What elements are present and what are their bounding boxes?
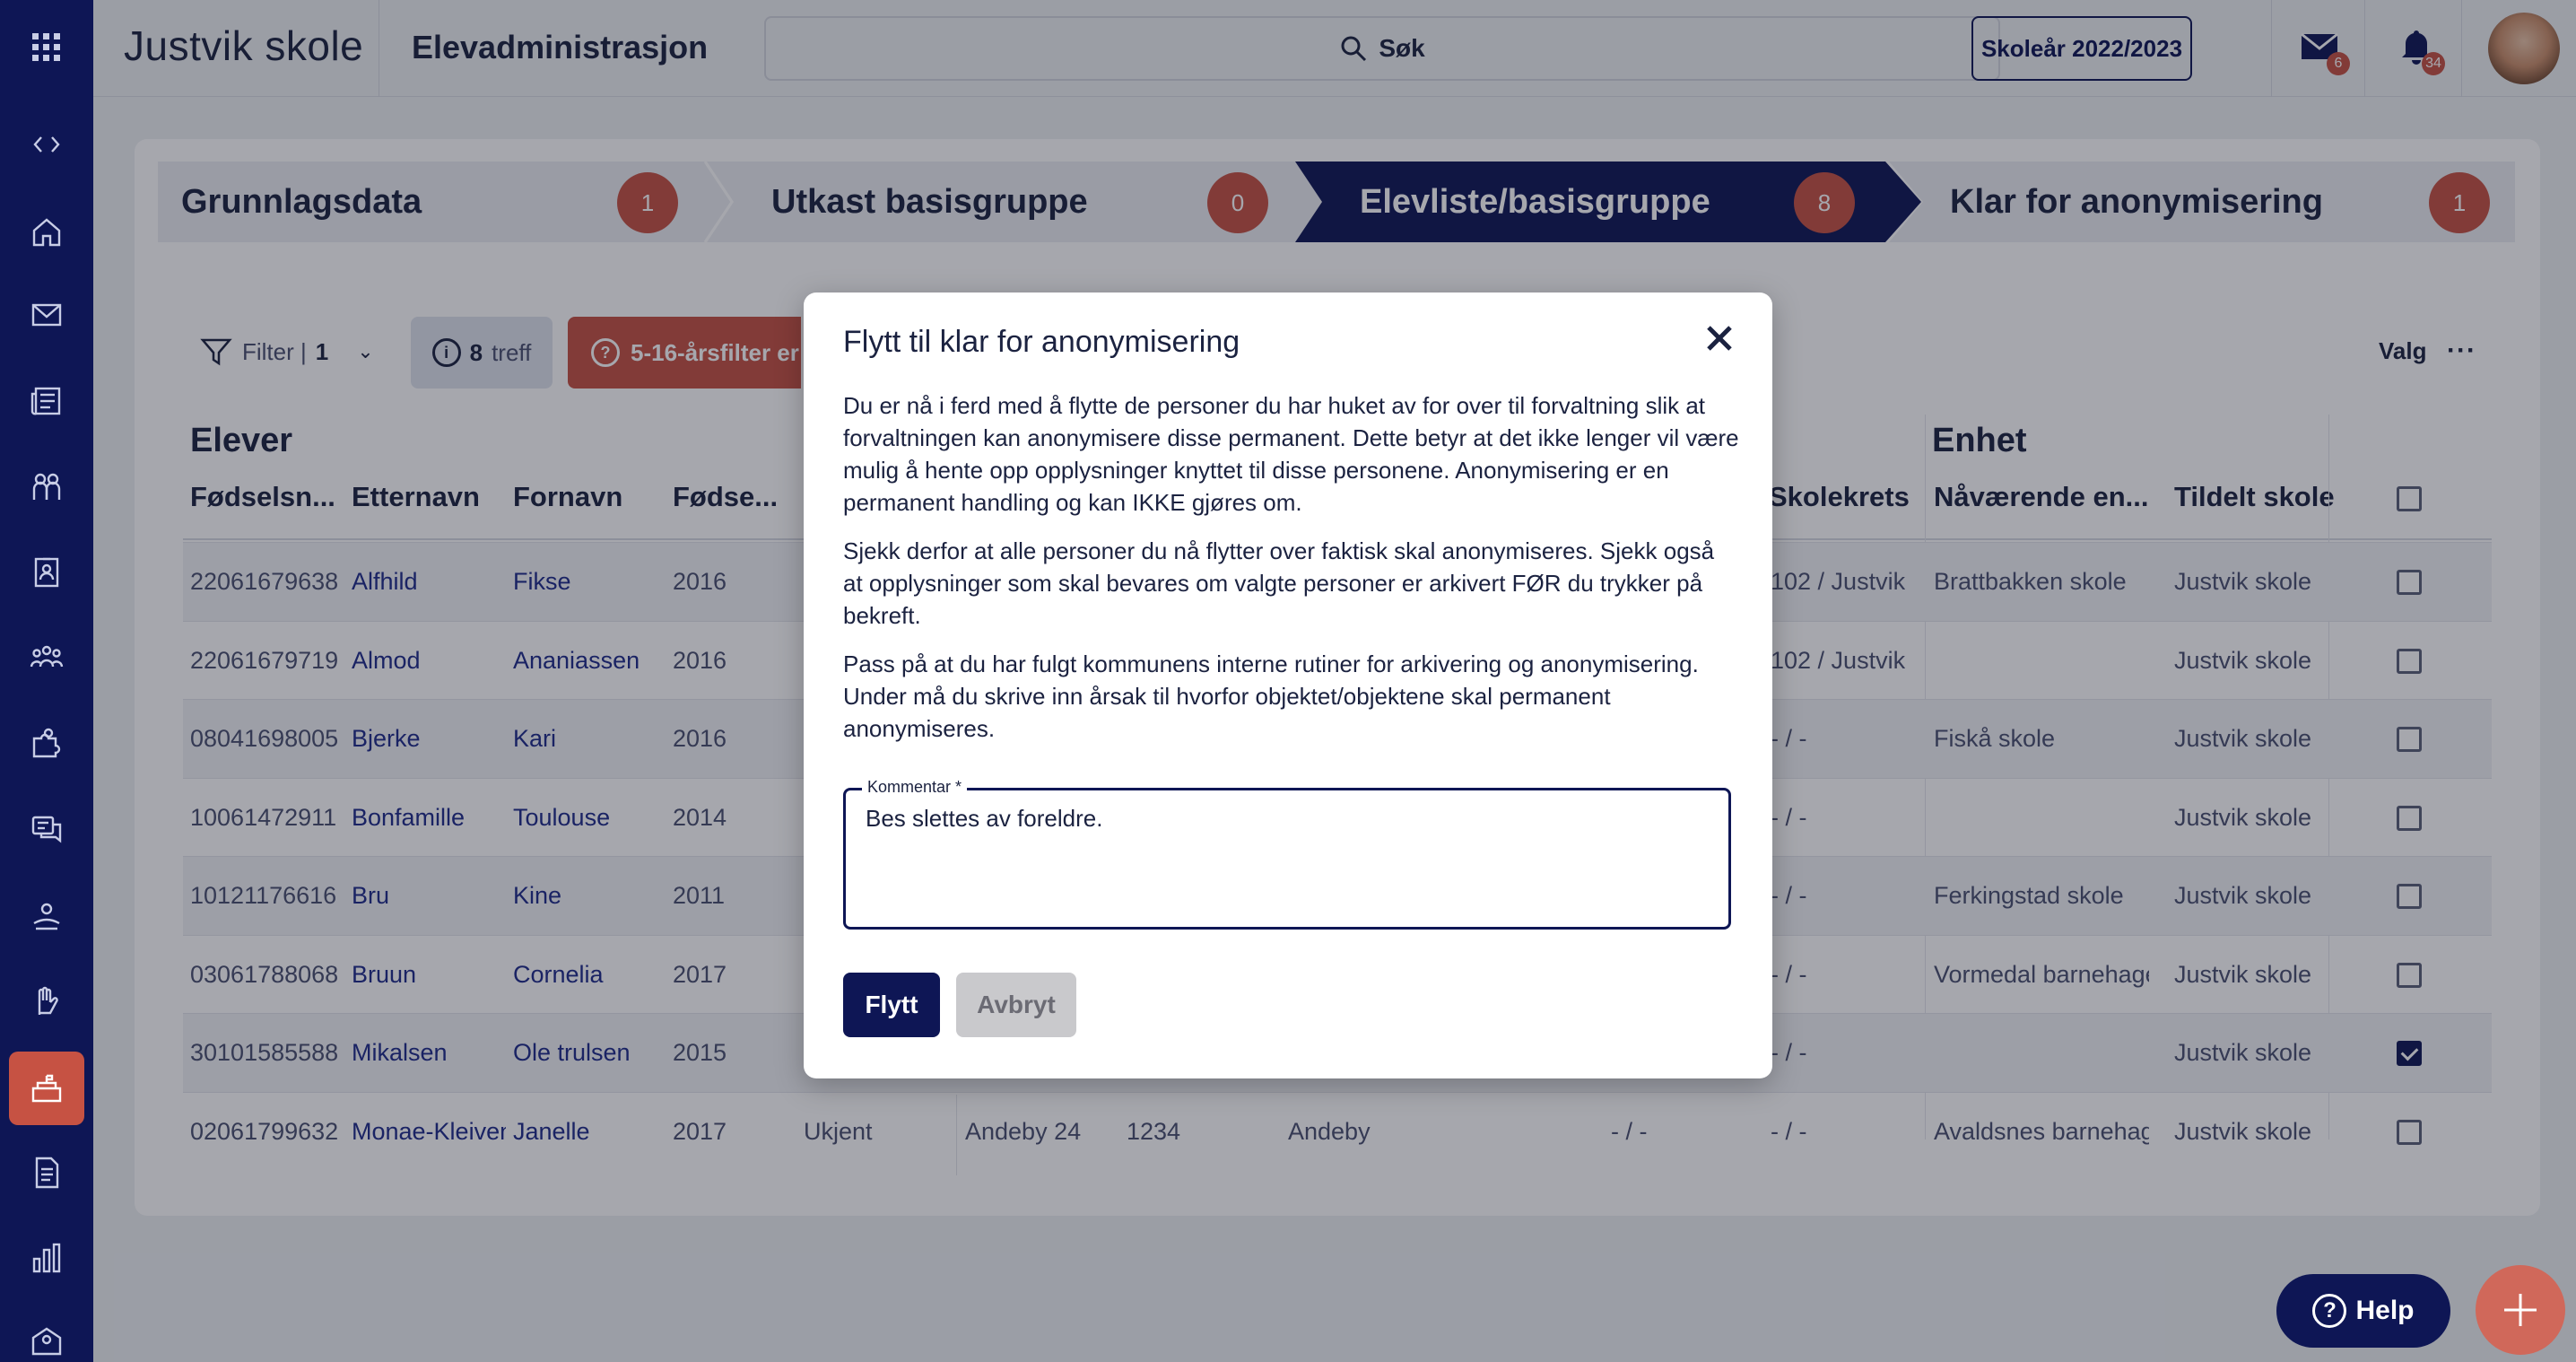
sidebar <box>0 0 93 1362</box>
collapse-icon[interactable] <box>24 122 69 167</box>
news-icon[interactable] <box>24 379 69 423</box>
chart-icon[interactable] <box>24 1236 69 1281</box>
group-icon[interactable] <box>24 635 69 680</box>
close-icon <box>1707 326 1732 351</box>
dialog-paragraph: Du er nå i ferd med å flytte de personer… <box>843 392 1739 516</box>
confirm-move-button[interactable]: Flytt <box>843 973 940 1037</box>
chat-icon[interactable] <box>24 808 69 852</box>
building-icon[interactable] <box>24 1317 69 1362</box>
dialog-paragraph: Sjekk derfor at alle personer du nå flyt… <box>843 537 1715 629</box>
move-to-anonymization-dialog: Flytt til klar for anonymisering Du er n… <box>804 292 1772 1078</box>
comment-label: Kommentar * <box>862 778 968 797</box>
close-button[interactable] <box>1697 316 1742 361</box>
help-label: Help <box>2355 1296 2415 1325</box>
puzzle-icon[interactable] <box>24 721 69 766</box>
help-icon: ? <box>2312 1294 2347 1328</box>
document-icon[interactable] <box>24 1150 69 1195</box>
grid-icon[interactable] <box>24 25 69 70</box>
school-icon[interactable] <box>9 1052 84 1125</box>
mail-icon[interactable] <box>24 292 69 337</box>
people-icon[interactable] <box>24 465 69 510</box>
comment-field[interactable]: Kommentar * Bes slettes av foreldre. <box>843 778 1731 930</box>
dialog-title: Flytt til klar for anonymisering <box>843 325 1240 359</box>
add-fab-button[interactable] <box>2476 1265 2565 1355</box>
dialog-paragraph: Pass på at du har fulgt kommunens intern… <box>843 650 1699 742</box>
comment-value[interactable]: Bes slettes av foreldre. <box>866 805 1102 833</box>
home-icon[interactable] <box>24 210 69 255</box>
cancel-button[interactable]: Avbryt <box>956 973 1076 1037</box>
hand-icon[interactable] <box>24 894 69 939</box>
help-button[interactable]: ? Help <box>2276 1274 2450 1348</box>
plus-icon <box>2504 1294 2537 1326</box>
badge-icon[interactable] <box>24 549 69 594</box>
raise-hand-icon[interactable] <box>24 980 69 1025</box>
